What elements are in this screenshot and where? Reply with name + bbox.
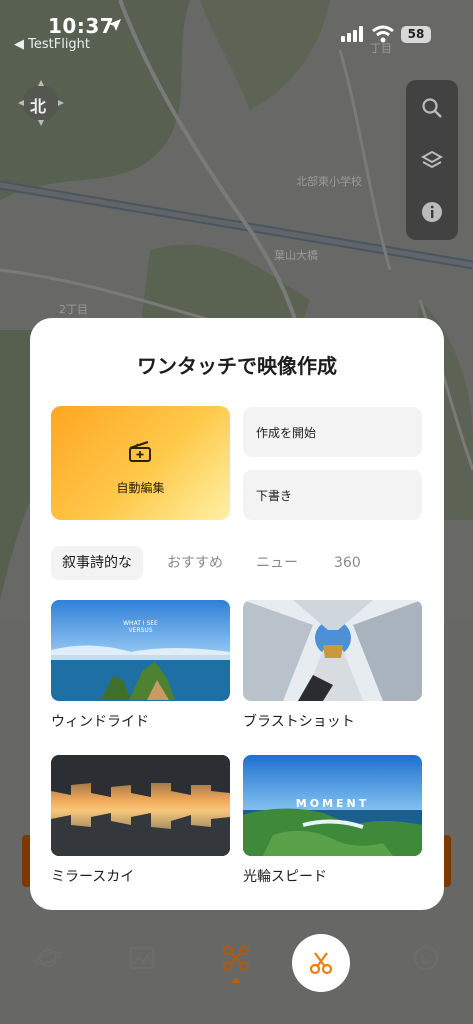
scissors-icon bbox=[309, 952, 333, 975]
template-thumbnail: WHAT I SEE VERSUS bbox=[51, 600, 230, 701]
status-time: 10:37 bbox=[48, 14, 115, 38]
tab-360[interactable]: 360 bbox=[334, 546, 361, 580]
location-arrow-icon bbox=[109, 19, 121, 31]
template-label: ミラースカイ bbox=[51, 869, 135, 885]
map-label-bridge: 葉山大橋 bbox=[274, 249, 318, 262]
clapperboard-icon bbox=[129, 441, 151, 462]
auto-edit-button[interactable]: 自動編集 bbox=[51, 406, 230, 520]
planet-icon[interactable] bbox=[34, 944, 62, 972]
layers-icon bbox=[421, 150, 443, 169]
template-category-tabs: 叙事詩的な おすすめ ニュー 360 bbox=[51, 546, 431, 580]
template-card-halo-speed[interactable]: MOMENT 光輪スピード bbox=[243, 755, 422, 886]
draft-label: 下書き bbox=[256, 489, 293, 503]
back-to-app-link[interactable]: ◀ TestFlight bbox=[14, 37, 90, 52]
tab-new[interactable]: ニュー bbox=[256, 546, 298, 580]
template-card-mirror-sky[interactable]: ミラースカイ bbox=[51, 755, 230, 886]
map-layers-button[interactable] bbox=[406, 134, 458, 186]
auto-edit-label: 自動編集 bbox=[116, 481, 165, 495]
template-thumbnail bbox=[243, 600, 422, 701]
map-info-button[interactable] bbox=[406, 186, 458, 238]
wifi-icon bbox=[372, 25, 394, 43]
start-create-label: 作成を開始 bbox=[256, 426, 317, 440]
gallery-icon[interactable] bbox=[128, 944, 156, 972]
search-icon bbox=[422, 98, 442, 118]
template-card-blast-shot[interactable]: ブラストショット bbox=[243, 600, 422, 731]
start-create-button[interactable]: 作成を開始 bbox=[243, 407, 422, 457]
template-label: ウィンドライド bbox=[51, 714, 149, 730]
compass-label: 北 bbox=[30, 97, 47, 116]
edit-fab-button[interactable] bbox=[292, 934, 350, 992]
map-search-button[interactable] bbox=[406, 82, 458, 134]
draft-button[interactable]: 下書き bbox=[243, 470, 422, 520]
map-label-district: 2丁目 bbox=[59, 303, 88, 316]
template-thumbnail: MOMENT bbox=[243, 755, 422, 856]
active-tab-indicator bbox=[231, 978, 241, 983]
map-label-school: 北部東小学校 bbox=[296, 175, 362, 188]
info-icon bbox=[422, 202, 442, 222]
smiley-icon[interactable] bbox=[412, 944, 440, 972]
template-thumbnail bbox=[51, 755, 230, 856]
status-bar: 10:37 ◀ TestFlight 58 bbox=[0, 0, 473, 60]
template-label: 光輪スピード bbox=[243, 869, 327, 885]
cellular-signal-icon bbox=[341, 26, 363, 42]
template-overlay-text: MOMENT bbox=[295, 797, 370, 810]
battery-indicator: 58 bbox=[401, 26, 431, 43]
modal-title: ワンタッチで映像作成 bbox=[137, 354, 337, 378]
one-touch-video-modal: ワンタッチで映像作成 自動編集 作成を開始 下書き 叙事詩的な おすすめ ニュー… bbox=[30, 318, 444, 910]
tab-recommended[interactable]: おすすめ bbox=[167, 546, 223, 580]
template-overlay-text: WHAT I SEE VERSUS bbox=[123, 620, 158, 634]
map-tools-panel bbox=[406, 80, 458, 240]
template-card-wind-ride[interactable]: WHAT I SEE VERSUS ウィンドライド bbox=[51, 600, 230, 731]
tab-epic[interactable]: 叙事詩的な bbox=[51, 546, 143, 580]
drone-icon[interactable] bbox=[222, 944, 250, 972]
bottom-navigation bbox=[0, 928, 473, 1024]
template-label: ブラストショット bbox=[243, 714, 355, 730]
